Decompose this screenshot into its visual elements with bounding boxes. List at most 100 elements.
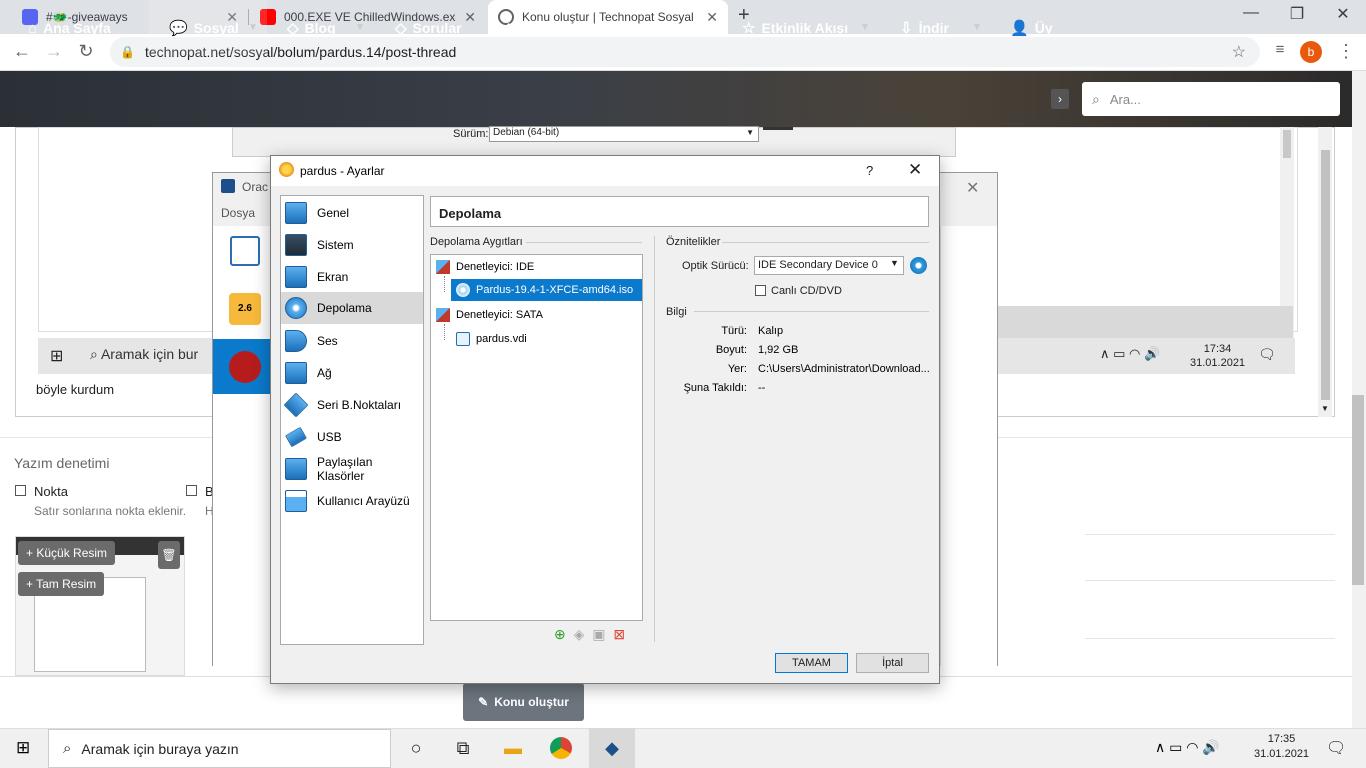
b-checkbox[interactable] bbox=[186, 485, 197, 496]
optical-drive-select[interactable]: IDE Secondary Device 0 bbox=[754, 256, 904, 275]
page-scrollbar-thumb[interactable] bbox=[1352, 395, 1364, 585]
profile-avatar[interactable]: b bbox=[1300, 41, 1322, 63]
tree-controller-ide[interactable]: Denetleyici: IDE bbox=[436, 256, 534, 278]
taskbar-search-placeholder: Aramak için buraya yazın bbox=[81, 740, 239, 757]
editor-scrollbar-thumb[interactable] bbox=[1321, 150, 1330, 400]
vb-main-title: Orac bbox=[242, 180, 269, 194]
cortana-icon[interactable]: ○ bbox=[403, 735, 429, 761]
hard-disk-icon bbox=[456, 332, 470, 346]
nokta-checkbox[interactable] bbox=[15, 485, 26, 496]
category-paylasilan[interactable]: Paylaşılan Klasörler bbox=[281, 453, 423, 485]
embedded-time: 17:34 bbox=[1203, 343, 1232, 355]
nav-label: Üy bbox=[1034, 20, 1053, 36]
choose-disc-icon[interactable] bbox=[910, 257, 927, 274]
category-depolama[interactable]: Depolama bbox=[281, 292, 423, 324]
help-button[interactable]: ? bbox=[866, 163, 873, 178]
taskbar-search-input[interactable]: ⌕ Aramak için buraya yazın bbox=[48, 729, 391, 768]
maximize-icon[interactable]: ❐ bbox=[1274, 4, 1320, 24]
category-ses[interactable]: Ses bbox=[281, 325, 423, 357]
category-ag[interactable]: Ağ bbox=[281, 357, 423, 389]
close-icon[interactable]: ✕ bbox=[706, 9, 718, 26]
ok-button[interactable]: TAMAM bbox=[775, 653, 848, 673]
nav-scroll-right-icon[interactable]: › bbox=[1051, 89, 1069, 109]
menu-icon[interactable]: ⋮ bbox=[1334, 41, 1358, 62]
category-usb[interactable]: USB bbox=[281, 421, 423, 453]
category-kullanici[interactable]: Kullanıcı Arayüzü bbox=[281, 485, 423, 517]
windows-start-icon[interactable]: ⊞ bbox=[16, 738, 30, 758]
info-attached-value: -- bbox=[758, 382, 766, 394]
close-icon[interactable]: ✕ bbox=[908, 160, 922, 180]
controller-icon bbox=[436, 308, 450, 322]
category-ekran[interactable]: Ekran bbox=[281, 261, 423, 293]
info-location-value: C:\Users\Administrator\Download... bbox=[758, 363, 930, 375]
speaker-icon bbox=[285, 330, 307, 352]
nav-etkinlik[interactable]: ☆ Etkinlik Akışı bbox=[742, 0, 848, 56]
nav-videolar[interactable]: ◇ Videolar bbox=[503, 0, 576, 56]
vm-icon-os[interactable]: 2.6 bbox=[229, 293, 261, 325]
notification-icon: 🗨 bbox=[1258, 346, 1276, 362]
chevron-down-icon[interactable]: ▼ bbox=[860, 22, 870, 33]
close-icon[interactable]: ✕ bbox=[464, 9, 476, 26]
create-thread-button[interactable]: ✎ Konu oluştur bbox=[463, 683, 584, 721]
nav-blog[interactable]: ◇ Blog bbox=[287, 0, 336, 56]
task-view-icon[interactable]: ⧉ bbox=[450, 735, 476, 761]
search-icon: ⌕ bbox=[90, 346, 101, 362]
lock-icon: 🔒 bbox=[120, 45, 135, 59]
site-search-input[interactable]: ⌕ Ara... bbox=[1082, 82, 1340, 116]
vm-list[interactable] bbox=[213, 226, 271, 666]
chevron-down-icon[interactable]: ▼ bbox=[972, 22, 982, 33]
reading-list-icon[interactable]: ≡ bbox=[1268, 41, 1292, 58]
add-controller-icon[interactable]: ⊕ bbox=[554, 626, 566, 642]
chevron-down-icon[interactable]: ▼ bbox=[355, 22, 365, 33]
taskbar-clock[interactable]: 17:35 31.01.2021 bbox=[1254, 732, 1309, 762]
window-close-icon[interactable]: ✕ bbox=[1320, 4, 1366, 24]
windows-logo-icon: ⊞ bbox=[50, 348, 64, 365]
controller-icon bbox=[436, 260, 450, 274]
nav-tavsiyeler[interactable]: ◇ Tavsiyeler bbox=[618, 0, 703, 56]
remove-attachment-icon[interactable]: ▣ bbox=[592, 626, 605, 642]
insert-full-image-button[interactable]: + Tam Resim bbox=[18, 572, 105, 596]
nav-sorular[interactable]: ◇ Sorular bbox=[395, 0, 462, 56]
spellcheck-title: Yazım denetimi bbox=[14, 455, 110, 471]
nav-label: Etkinlik Akışı bbox=[761, 20, 849, 36]
tools-icon[interactable] bbox=[230, 236, 260, 266]
nav-label: Sorular bbox=[412, 20, 462, 36]
system-tray[interactable]: ∧ ▭ ◠ 🔊 bbox=[1155, 739, 1220, 756]
chevron-down-icon[interactable]: ▼ bbox=[1321, 404, 1329, 413]
category-label: Genel bbox=[317, 206, 350, 220]
delete-attachment-icon[interactable]: 🗑 bbox=[158, 541, 180, 569]
bookmark-star-icon[interactable]: ☆ bbox=[1232, 42, 1246, 62]
live-cd-checkbox[interactable] bbox=[755, 285, 766, 296]
tree-item-iso[interactable]: Pardus-19.4-1-XFCE-amd64.iso bbox=[456, 279, 633, 301]
category-label: USB bbox=[317, 430, 342, 444]
chevron-down-icon[interactable]: ▼ bbox=[248, 22, 258, 33]
file-explorer-icon[interactable]: ▬ bbox=[500, 735, 526, 761]
close-icon[interactable]: ✕ bbox=[966, 178, 979, 198]
notification-icon[interactable]: 🗨 bbox=[1326, 738, 1346, 758]
minimize-icon[interactable]: — bbox=[1228, 4, 1274, 22]
nav-indir[interactable]: ⇩ İndir bbox=[900, 0, 949, 56]
category-sistem[interactable]: Sistem bbox=[281, 229, 423, 261]
debian-logo-icon bbox=[229, 351, 261, 383]
insert-thumbnail-button[interactable]: + Küçük Resim bbox=[18, 541, 116, 565]
embedded-clock: 17:34 31.01.2021 bbox=[1190, 342, 1245, 370]
chevron-down-icon: ▼ bbox=[746, 128, 754, 137]
chevron-down-icon[interactable]: ▼ bbox=[890, 258, 899, 268]
add-attachment-icon[interactable]: ◈ bbox=[574, 626, 585, 642]
vb-menu-file[interactable]: Dosya bbox=[221, 206, 255, 220]
tree-label: Denetleyici: IDE bbox=[456, 261, 535, 273]
nav-label: Sosyal bbox=[193, 20, 239, 36]
tree-item-vdi[interactable]: pardus.vdi bbox=[456, 328, 527, 350]
nav-label: Ana Sayfa bbox=[43, 20, 111, 36]
chrome-icon[interactable] bbox=[550, 737, 572, 759]
tree-controller-sata[interactable]: Denetleyici: SATA bbox=[436, 304, 543, 326]
nav-ana-sayfa[interactable]: ⌂ Ana Sayfa bbox=[28, 0, 111, 56]
category-seri[interactable]: Seri B.Noktaları bbox=[281, 389, 423, 421]
category-genel[interactable]: Genel bbox=[281, 197, 423, 229]
cancel-button[interactable]: İptal bbox=[856, 653, 929, 673]
remove-controller-icon[interactable]: ⊠ bbox=[613, 626, 625, 642]
nav-uye[interactable]: 👤 Üy bbox=[1010, 0, 1053, 56]
tag-icon: ◇ bbox=[618, 20, 630, 37]
virtualbox-icon[interactable]: ◆ bbox=[599, 735, 625, 761]
live-cd-label: Canlı CD/DVD bbox=[771, 285, 842, 297]
